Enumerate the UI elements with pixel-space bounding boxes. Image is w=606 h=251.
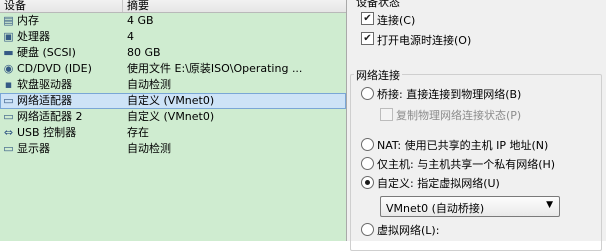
device-name: 网络适配器 xyxy=(17,94,72,107)
custom-radio[interactable] xyxy=(361,176,374,189)
custom-label[interactable]: 自定义: 指定虚拟网络(U) xyxy=(377,175,500,191)
device-list-header: 设备 摘要 xyxy=(0,0,346,13)
device-name: 软盘驱动器 xyxy=(17,78,72,91)
device-summary: 自动检测 xyxy=(127,142,171,155)
device-summary: 4 xyxy=(127,30,134,43)
check-mark-icon: ✔ xyxy=(363,33,372,44)
host-only-label[interactable]: 仅主机: 与主机共享一个私有网络(H) xyxy=(377,156,555,172)
hard-disk-icon: ▬ xyxy=(3,46,14,59)
radio-selected-dot xyxy=(365,180,370,185)
device-row[interactable]: ▣ 处理器 4 xyxy=(0,29,346,45)
connect-at-power-on-label[interactable]: 打开电源时连接(O) xyxy=(377,32,471,48)
device-row[interactable]: ▭ 网络适配器 2 自定义 (VMnet0) xyxy=(0,109,346,125)
virtual-network-value: VMnet0 (自动桥接) xyxy=(386,202,485,215)
column-header-summary[interactable]: 摘要 xyxy=(127,0,149,13)
device-name: 网络适配器 2 xyxy=(17,110,83,123)
device-summary: 存在 xyxy=(127,126,149,139)
network-connection-title: 网络连接 xyxy=(354,67,402,83)
lan-segment-label[interactable]: 虚拟网络(L): xyxy=(377,222,439,238)
device-summary: 自定义 (VMnet0) xyxy=(127,110,215,123)
device-row[interactable]: ▭ 网络适配器 自定义 (VMnet0) xyxy=(0,93,346,109)
check-mark-icon: ✔ xyxy=(363,13,372,24)
host-only-radio[interactable] xyxy=(361,157,374,170)
device-status-title: 设备状态 xyxy=(354,0,402,10)
virtual-network-select[interactable]: VMnet0 (自动桥接) ▼ xyxy=(380,196,560,217)
dropdown-arrow-icon[interactable]: ▼ xyxy=(546,200,553,210)
replicate-state-label[interactable]: 复制物理网络连接状态(P) xyxy=(396,107,521,123)
device-summary: 80 GB xyxy=(127,46,161,59)
device-name: USB 控制器 xyxy=(17,126,77,139)
device-summary: 自动检测 xyxy=(127,78,171,91)
device-row[interactable]: ◉ CD/DVD (IDE) 使用文件 E:\原装ISO\Operating ... xyxy=(0,61,346,77)
device-name: 处理器 xyxy=(17,30,50,43)
network-adapter-icon: ▭ xyxy=(3,94,14,107)
connected-checkbox[interactable]: ✔ xyxy=(361,12,374,25)
bridged-label[interactable]: 桥接: 直接连接到物理网络(B) xyxy=(377,86,521,102)
device-name: 内存 xyxy=(17,14,39,27)
display-icon: ▭ xyxy=(3,142,14,155)
memory-icon: ▤ xyxy=(3,14,14,27)
bridged-radio[interactable] xyxy=(361,87,374,100)
device-row[interactable]: ▪ 软盘驱动器 自动检测 xyxy=(0,77,346,93)
column-header-device[interactable]: 设备 xyxy=(4,0,26,13)
network-adapter-icon: ▭ xyxy=(3,110,14,123)
device-list: 设备 摘要 ▤ 内存 4 GB ▣ 处理器 4 ▬ 硬盘 (SCSI) 80 GB ◉ CD/DVD… xyxy=(0,0,346,241)
settings-pane: 设备状态 ✔ 连接(C) ✔ 打开电源时连接(O) 网络连接 桥接: 直接连接到… xyxy=(350,0,606,251)
connect-at-power-on-checkbox[interactable]: ✔ xyxy=(361,32,374,45)
device-row[interactable]: ▤ 内存 4 GB xyxy=(0,13,346,29)
floppy-icon: ▪ xyxy=(4,78,13,91)
device-name: 硬盘 (SCSI) xyxy=(17,46,76,59)
lan-segment-radio[interactable] xyxy=(361,223,374,236)
connected-label[interactable]: 连接(C) xyxy=(377,12,415,28)
device-summary: 使用文件 E:\原装ISO\Operating ... xyxy=(127,62,303,75)
device-row[interactable]: ▭ 显示器 自动检测 xyxy=(0,141,346,157)
column-divider[interactable] xyxy=(122,0,123,12)
device-name: CD/DVD (IDE) xyxy=(17,62,92,75)
device-name: 显示器 xyxy=(17,142,50,155)
nat-label[interactable]: NAT: 使用已共享的主机 IP 地址(N) xyxy=(377,137,548,153)
cd-dvd-icon: ◉ xyxy=(3,62,14,75)
replicate-state-checkbox[interactable] xyxy=(380,108,393,121)
device-row[interactable]: ⇔ USB 控制器 存在 xyxy=(0,125,346,141)
device-summary: 4 GB xyxy=(127,14,154,27)
processor-icon: ▣ xyxy=(3,30,14,43)
usb-icon: ⇔ xyxy=(3,126,14,139)
nat-radio[interactable] xyxy=(361,138,374,151)
device-row[interactable]: ▬ 硬盘 (SCSI) 80 GB xyxy=(0,45,346,61)
device-summary: 自定义 (VMnet0) xyxy=(127,94,215,107)
